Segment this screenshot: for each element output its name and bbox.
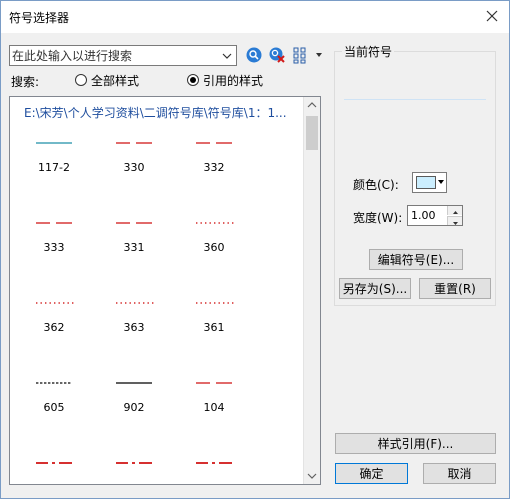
symbol-item[interactable]: 331 [94, 211, 174, 261]
search-input[interactable] [12, 47, 216, 64]
scroll-thumb[interactable] [306, 116, 318, 150]
reset-button[interactable]: 重置(R) [419, 278, 491, 299]
symbol-item-label: 360 [203, 241, 225, 254]
color-swatch [416, 176, 436, 189]
scroll-down-button[interactable] [304, 467, 320, 484]
clear-search-button[interactable] [268, 46, 286, 64]
symbol-preview-line [36, 142, 72, 144]
symbol-item[interactable]: 333 [14, 211, 94, 261]
cancel-button[interactable]: 取消 [423, 463, 496, 484]
symbol-preview-line [116, 462, 152, 464]
width-input[interactable] [411, 208, 447, 223]
chevron-down-icon [438, 180, 444, 184]
color-label: 颜色(C): [353, 178, 399, 192]
symbol-preview-line [196, 222, 234, 224]
symbol-item[interactable]: 363 [94, 291, 174, 341]
chevron-up-icon [307, 102, 317, 108]
arrow-down-icon [453, 222, 458, 225]
symbol-preview-line [36, 382, 71, 384]
radio-referenced-styles[interactable]: 引用的样式 [187, 72, 263, 88]
symbol-preview-line [196, 142, 232, 144]
symbol-item-label: 332 [203, 161, 225, 174]
symbol-item-label: 117-2 [38, 161, 70, 174]
search-button[interactable] [245, 46, 263, 64]
symbol-preview-line [196, 302, 234, 304]
title-bar: 符号选择器 [1, 1, 509, 33]
symbol-item[interactable] [174, 451, 254, 484]
save-as-button[interactable]: 另存为(S)... [339, 278, 411, 299]
symbol-item[interactable] [94, 451, 174, 484]
symbol-library-path: E:\宋芳\个人学习资料\二调符号库\符号库\1：1... [24, 106, 287, 120]
close-icon [486, 10, 498, 22]
symbol-item[interactable]: 332 [174, 131, 254, 181]
symbol-preview-line [116, 382, 152, 384]
list-scrollbar[interactable] [303, 97, 320, 484]
symbol-item-label: 333 [43, 241, 65, 254]
symbol-item[interactable]: 360 [174, 211, 254, 261]
symbol-item-label: 362 [43, 321, 65, 334]
symbol-item[interactable] [14, 451, 94, 484]
chevron-down-icon [222, 53, 232, 59]
clear-search-icon [269, 47, 285, 63]
symbol-preview [344, 99, 486, 100]
symbol-item-label: 363 [123, 321, 145, 334]
window-title: 符号选择器 [9, 11, 70, 25]
edit-symbol-button[interactable]: 编辑符号(E)... [369, 249, 463, 270]
radio-referenced-styles-label: 引用的样式 [203, 73, 264, 88]
symbol-item-label: 104 [203, 401, 225, 414]
symbol-item-label: 330 [123, 161, 145, 174]
style-reference-button[interactable]: 样式引用(F)... [335, 433, 496, 454]
symbol-preview-line [36, 462, 72, 464]
current-symbol-title: 当前符号 [342, 43, 395, 60]
search-dropdown-button[interactable] [218, 46, 236, 65]
symbol-item-label: 331 [123, 241, 145, 254]
symbol-preview-line [36, 222, 72, 224]
radio-all-styles-label: 全部样式 [91, 73, 140, 88]
symbol-item[interactable]: 362 [14, 291, 94, 341]
symbol-preview-line [116, 142, 152, 144]
symbol-preview-line [116, 222, 152, 224]
symbol-item-label: 361 [203, 321, 225, 334]
symbol-selector-dialog: 符号选择器 在此处输入以进行搜索 搜索: 全部样式 引用的样式 E:\宋芳\个人… [0, 0, 510, 499]
symbol-preview-line [116, 302, 154, 304]
ok-button[interactable]: 确定 [335, 463, 408, 484]
symbol-item[interactable]: 104 [174, 371, 254, 421]
symbol-preview-line [36, 302, 74, 304]
radio-indicator [75, 74, 87, 86]
symbol-item[interactable]: 361 [174, 291, 254, 341]
symbol-list[interactable]: E:\宋芳\个人学习资料\二调符号库\符号库\1：1... 117-2 330 33… [9, 96, 321, 485]
radio-all-styles[interactable]: 全部样式 [75, 72, 139, 88]
symbol-item-label: 902 [123, 401, 145, 414]
symbol-item[interactable]: 117-2 [14, 131, 94, 181]
close-button[interactable] [481, 5, 503, 27]
width-label: 宽度(W): [353, 211, 403, 225]
grid-view-icon [293, 47, 322, 64]
color-picker[interactable] [412, 172, 447, 193]
symbol-item-label: 605 [43, 401, 65, 414]
search-scope-label: 搜索: [11, 75, 40, 89]
symbol-item[interactable]: 902 [94, 371, 174, 421]
radio-indicator-selected [187, 74, 199, 86]
symbol-item[interactable]: 605 [14, 371, 94, 421]
search-icon [246, 47, 262, 63]
width-increase-button[interactable] [447, 206, 462, 215]
view-mode-button[interactable] [292, 46, 324, 64]
width-spinner[interactable] [407, 205, 463, 226]
symbol-preview-line [196, 462, 232, 464]
symbol-preview-line [196, 382, 232, 384]
width-decrease-button[interactable] [447, 216, 462, 225]
chevron-down-icon [307, 473, 317, 479]
symbol-item[interactable]: 330 [94, 131, 174, 181]
search-combobox[interactable] [9, 45, 237, 66]
scroll-up-button[interactable] [304, 97, 320, 114]
